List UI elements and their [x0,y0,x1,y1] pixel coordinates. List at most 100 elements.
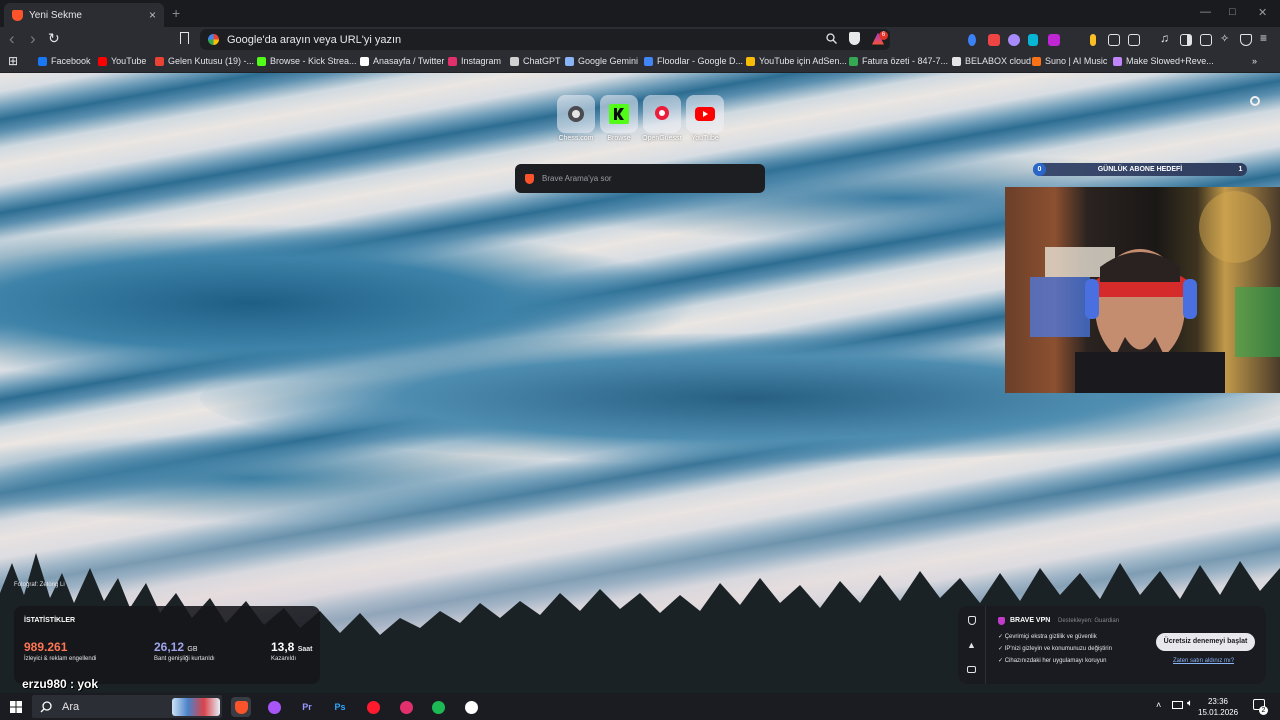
bookmark-label: ChatGPT [523,56,561,66]
settings-gear-icon[interactable] [1250,96,1260,106]
bookmark-item[interactable]: Instagram [448,56,501,66]
reload-button[interactable]: ↻ [48,30,60,47]
top-site-kick[interactable] [600,95,638,133]
bookmarks-overflow-button[interactable]: » [1252,56,1257,66]
taskbar-app-obs[interactable] [461,697,481,717]
vpn-shield-icon[interactable] [968,616,976,625]
top-site-chess[interactable] [557,95,595,133]
stat-bandwidth: 26,12 GB Bant genişliği kurtarıldı [154,640,215,662]
kick-icon [257,56,266,66]
extension-puzzle-pink-icon[interactable] [1048,34,1060,46]
subscriber-goal-bar: 0 GÜNLÜK ABONE HEDEFİ 1 [1033,163,1247,176]
bookmark-label: YouTube için AdSen... [759,56,847,66]
webcam-overlay [1005,187,1280,393]
close-tab-icon[interactable]: × [149,8,156,22]
bookmark-item[interactable]: YouTube [98,56,146,66]
vpn-feature: ✓ Cihazınızdaki her uygulamayı koruyun [998,658,1107,664]
facebook-icon [38,56,47,66]
photo-credit[interactable]: Fotoğraf: Zetong Li [14,582,65,588]
bookmark-label: Make Slowed+Reve... [1126,56,1214,66]
back-button[interactable]: ‹ [9,29,15,49]
taskbar-app-brave[interactable] [231,697,251,717]
bookmark-item[interactable]: ChatGPT [510,56,561,66]
screenshot-icon[interactable] [1128,34,1140,46]
maximize-button[interactable]: □ [1229,6,1236,18]
apps-grid-icon[interactable]: ⊞ [8,54,18,68]
extension-ublock-icon[interactable] [988,34,1000,46]
bookmark-item[interactable]: YouTube için AdSen... [746,56,847,66]
brave-shields-icon[interactable] [849,32,860,45]
taskbar-clock[interactable]: 23:36 15.01.2026 [1198,696,1238,718]
taskbar-search[interactable]: Ara [32,695,222,718]
stats-title: İSTATİSTİKLER [24,617,76,624]
tray-overflow-icon[interactable]: ˄ [1156,700,1161,710]
card-icon[interactable] [967,666,976,673]
bookmark-item[interactable]: BELABOX cloud [952,56,1031,66]
zoom-icon[interactable] [826,33,837,44]
webcam-feed-image [1030,191,1280,393]
brave-vpn-icon [998,617,1005,625]
premiere-icon: Pr [302,702,312,712]
taskbar-app-spotify[interactable] [428,697,448,717]
minimize-button[interactable]: — [1200,6,1211,18]
brave-vpn-card: ▲ BRAVE VPN Destekleyen: Guardian ✓ Çevr… [958,606,1266,684]
photoshop-icon: Ps [334,702,346,712]
search-placeholder: Brave Arama'ya sor [542,174,612,183]
start-trial-button[interactable]: Ücretsiz denemeyi başlat [1156,633,1255,651]
taskbar-app-photoshop[interactable]: Ps [330,697,350,717]
bookmark-item[interactable]: Fatura özeti - 847-7... [849,56,948,66]
forward-button[interactable]: › [30,29,36,49]
new-tab-button[interactable]: + [172,5,180,21]
top-site-openguessr[interactable] [643,95,681,133]
bookmark-item[interactable]: Google Gemini [565,56,638,66]
bookmark-item[interactable]: Suno | AI Music [1032,56,1107,66]
tab-new-tab[interactable]: Yeni Sekme × [4,3,164,27]
vpn-shield-icon[interactable] [1240,34,1252,46]
bookmark-item[interactable]: Facebook [38,56,91,66]
windows-taskbar: Ara Pr Ps ˄ 🔈︎ 23:36 15.01.2026 2 [0,693,1280,720]
warning-icon[interactable]: ▲ [967,640,976,650]
vpn-title: BRAVE VPN [1010,617,1051,624]
bookmark-item[interactable]: Floodlar - Google D... [644,56,743,66]
windows-start-icon[interactable] [10,701,22,713]
sidebar-icon[interactable] [1180,34,1192,46]
taskbar-app-messenger[interactable] [264,697,284,717]
brave-icon [234,700,248,714]
taskbar-app-premiere[interactable]: Pr [297,697,317,717]
music-note-icon[interactable]: ♫ [1160,31,1172,45]
bookmark-item[interactable]: Browse - Kick Strea... [257,56,357,66]
stat-label: Bant genişliği kurtarıldı [154,656,215,662]
bookmark-item[interactable]: Gelen Kutusu (19) -... [155,56,254,66]
address-bar[interactable]: Google'da arayın veya URL'yi yazın [200,29,890,50]
bookmark-icon[interactable] [180,32,189,44]
extension-bulb-icon[interactable] [1090,34,1096,46]
instagram-icon [448,56,457,66]
wallet-icon[interactable] [1200,34,1212,46]
network-icon[interactable] [1172,701,1183,709]
belabox-icon [952,56,961,66]
already-purchased-link[interactable]: Zaten satın aldınız mı? [1173,658,1234,664]
leo-ai-icon[interactable]: ✧ [1220,32,1232,45]
taskbar-app-instagram[interactable] [396,697,416,717]
top-site-youtube[interactable] [686,95,724,133]
extension-cloud-icon[interactable] [1008,34,1020,46]
bookmark-item[interactable]: Anasayfa / Twitter [360,56,444,66]
volume-icon[interactable]: 🔈︎ [1187,698,1193,709]
bookmark-label: Instagram [461,56,502,66]
bookmark-label: Anasayfa / Twitter [373,56,445,66]
clock-time: 23:36 [1207,697,1229,706]
taskbar-app-opera[interactable] [363,697,383,717]
menu-icon[interactable]: ≡ [1260,31,1272,45]
extensions-puzzle-icon[interactable] [1108,34,1120,46]
stats-widget: İSTATİSTİKLER 989.261 İzleyici & reklam … [14,606,320,684]
bookmark-label: Google Gemini [578,56,639,66]
vpn-feature: ✓ Çevrimiçi ekstra gizlilik ve güvenlik [998,634,1097,640]
extension-translate-icon[interactable] [1028,34,1038,46]
vpn-feature: ✓ IP'nizi gizleyin ve konumunuzu değişti… [998,646,1112,652]
vpn-feature-text: Cihazınızdaki her uygulamayı koruyun [1004,658,1107,664]
goal-target: 1 [1238,166,1243,173]
brave-search-box[interactable]: Brave Arama'ya sor [515,164,765,193]
close-window-button[interactable]: ✕ [1258,6,1267,19]
bookmark-item[interactable]: Make Slowed+Reve... [1113,56,1214,66]
extension-audio-icon[interactable] [968,34,976,46]
